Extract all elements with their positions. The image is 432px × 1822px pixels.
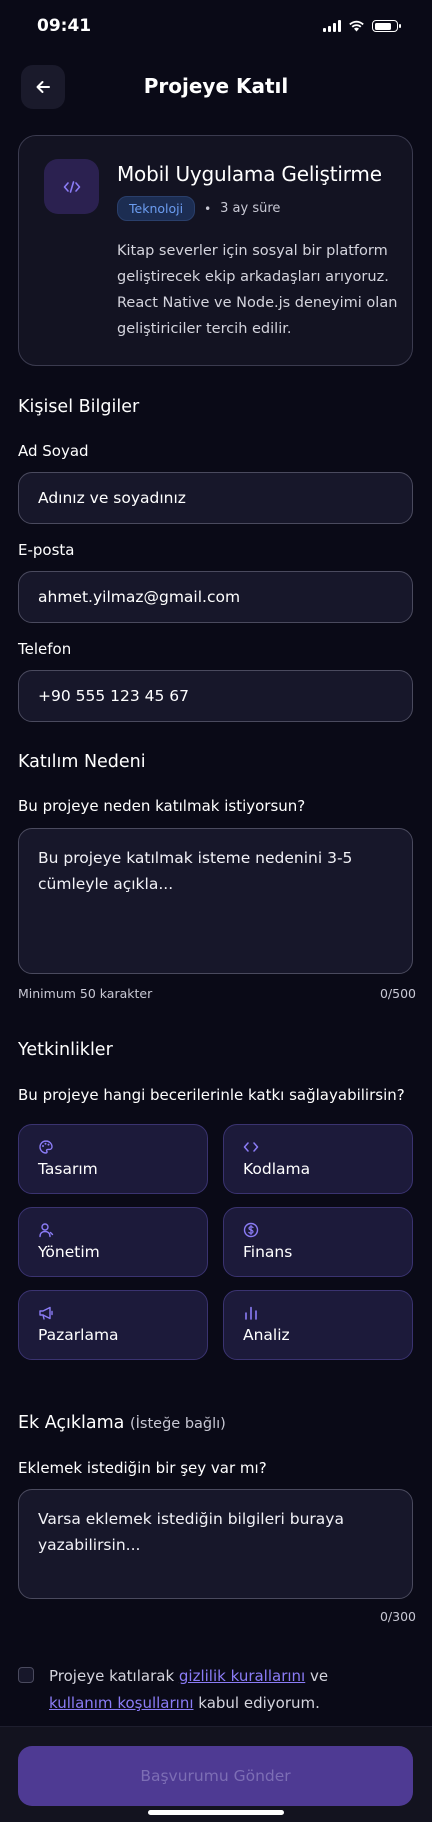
submit-button[interactable]: Başvurumu Gönder: [18, 1746, 413, 1806]
skills-section-title: Yetkinlikler: [18, 1040, 113, 1060]
phone-value: +90 555 123 45 67: [38, 687, 190, 705]
header: Projeye Katıl: [0, 64, 432, 110]
reason-min-hint: Minimum 50 karakter: [18, 986, 153, 1001]
terms-link[interactable]: kullanım koşullarını: [49, 1694, 194, 1712]
reason-section-title: Katılım Nedeni: [18, 752, 146, 772]
code-icon: [243, 1142, 259, 1152]
code-icon: [63, 180, 80, 193]
skill-chip-tasarim[interactable]: Tasarım: [18, 1124, 208, 1194]
skill-chip-finans[interactable]: Finans: [223, 1207, 413, 1277]
bar-chart-icon: [245, 1306, 257, 1320]
skill-label: Pazarlama: [38, 1326, 119, 1344]
wifi-icon: [349, 20, 364, 32]
signal-icon: [323, 20, 341, 32]
reason-question: Bu projeye neden katılmak istiyorsun?: [18, 797, 306, 815]
extra-placeholder: Varsa eklemek istediğin bilgileri buraya…: [38, 1510, 344, 1554]
reason-placeholder: Bu projeye katılmak isteme nedenini 3-5 …: [38, 849, 353, 893]
consent-checkbox[interactable]: [18, 1667, 34, 1683]
skill-label: Kodlama: [243, 1160, 311, 1178]
skill-label: Tasarım: [38, 1160, 98, 1178]
skill-chip-analiz[interactable]: Analiz: [223, 1290, 413, 1360]
extra-question: Eklemek istediğin bir şey var mı?: [18, 1459, 267, 1477]
reason-counter: 0/500: [379, 986, 416, 1001]
project-title: Mobil Uygulama Geliştirme: [117, 162, 382, 186]
project-duration: 3 ay süre: [220, 201, 281, 216]
phone-field[interactable]: +90 555 123 45 67: [18, 670, 413, 722]
privacy-link[interactable]: gizlilik kurallarını: [179, 1667, 305, 1685]
dollar-icon: [243, 1222, 259, 1238]
extra-counter: 0/300: [379, 1609, 416, 1624]
category-badge: Teknoloji: [117, 196, 196, 221]
consent-text: Projeye katılarak gizlilik kurallarını v…: [49, 1663, 389, 1717]
skill-chip-kodlama[interactable]: Kodlama: [223, 1124, 413, 1194]
consent-middle: ve: [305, 1667, 329, 1685]
name-placeholder: Adınız ve soyadınız: [38, 489, 186, 507]
phone-label: Telefon: [18, 640, 72, 658]
skill-label: Finans: [243, 1243, 293, 1261]
status-icons: [323, 20, 401, 32]
extra-section-title: Ek Açıklama (İsteğe bağlı): [18, 1413, 226, 1433]
consent-prefix: Projeye katılarak: [49, 1667, 179, 1685]
consent-suffix: kabul ediyorum.: [193, 1694, 320, 1712]
name-label: Ad Soyad: [18, 442, 89, 460]
status-bar: 09:41: [0, 0, 432, 54]
name-field[interactable]: Adınız ve soyadınız: [18, 472, 413, 524]
user-icon: [39, 1223, 54, 1238]
email-value: ahmet.yilmaz@gmail.com: [38, 588, 241, 606]
skill-chip-yonetim[interactable]: Yönetim: [18, 1207, 208, 1277]
extra-textarea[interactable]: Varsa eklemek istediğin bilgileri buraya…: [18, 1489, 413, 1599]
skill-chip-pazarlama[interactable]: Pazarlama: [18, 1290, 208, 1360]
skills-question: Bu projeye hangi becerilerinle katkı sağ…: [18, 1086, 405, 1104]
meta-separator: •: [204, 201, 212, 216]
megaphone-icon: [39, 1306, 53, 1320]
project-icon: [44, 159, 99, 214]
status-time: 09:41: [37, 16, 92, 36]
home-indicator: [148, 1810, 284, 1815]
project-card: Mobil Uygulama Geliştirme Teknoloji • 3 …: [18, 135, 413, 366]
skill-label: Analiz: [243, 1326, 290, 1344]
personal-section-title: Kişisel Bilgiler: [18, 397, 140, 417]
project-description: Kitap severler için sosyal bir platform …: [117, 243, 398, 337]
palette-icon: [39, 1140, 53, 1154]
page-title: Projeye Katıl: [143, 74, 289, 98]
optional-tag: (İsteğe bağlı): [129, 1416, 226, 1432]
reason-textarea[interactable]: Bu projeye katılmak isteme nedenini 3-5 …: [18, 828, 413, 974]
email-field[interactable]: ahmet.yilmaz@gmail.com: [18, 571, 413, 623]
extra-title-text: Ek Açıklama: [18, 1413, 125, 1433]
footer: Başvurumu Gönder: [0, 1726, 432, 1822]
project-meta: Teknoloji • 3 ay süre: [117, 196, 280, 221]
skill-label: Yönetim: [38, 1243, 100, 1261]
battery-icon: [372, 20, 401, 32]
email-label: E-posta: [18, 541, 75, 559]
